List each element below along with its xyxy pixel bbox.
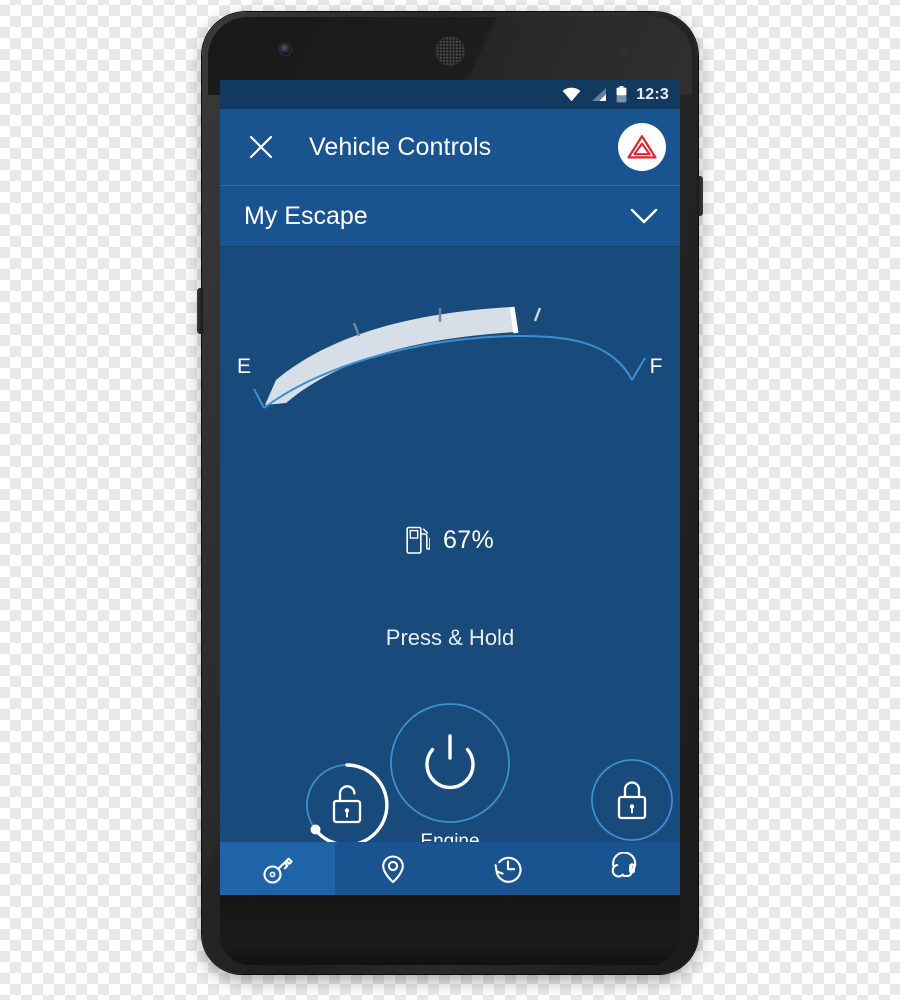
unlock-progress-knob[interactable]: [310, 824, 321, 835]
press-and-hold-label: Press & Hold: [385, 625, 515, 650]
gauge-track-end-cap: [631, 357, 646, 381]
hazard-triangle-icon: [627, 135, 657, 159]
page-title: Vehicle Controls: [309, 132, 492, 161]
earpiece-speaker-icon: [436, 37, 464, 65]
engine-start-button[interactable]: [388, 701, 512, 825]
lock-button[interactable]: [589, 757, 675, 843]
unlock-padlock-icon: [332, 785, 362, 824]
vehicle-control-buttons: Unlock Engine Start: [220, 679, 680, 880]
nav-item-location[interactable]: [335, 842, 450, 895]
android-status-bar: 12:3: [220, 80, 680, 109]
light-sensor-icon: [621, 48, 627, 54]
status-bar-clock: 12:3: [636, 85, 669, 103]
lock-padlock-icon: [617, 781, 647, 820]
hazard-lights-button[interactable]: [618, 123, 666, 171]
vehicle-controls-content: E F 67% Press & Hold: [220, 246, 680, 895]
phone-chin: [220, 895, 680, 965]
app-bar: Vehicle Controls: [220, 109, 680, 185]
power-button[interactable]: [697, 176, 703, 216]
vehicle-selector-dropdown[interactable]: My Escape: [220, 185, 680, 246]
power-icon: [425, 734, 475, 790]
close-icon[interactable]: [246, 132, 276, 162]
clock-history-icon: [494, 856, 522, 883]
nav-item-support[interactable]: [565, 842, 680, 895]
gauge-label-full: F: [650, 355, 663, 378]
nav-item-history[interactable]: [450, 842, 565, 895]
lock-ring: [591, 759, 673, 841]
phone-screen: 12:3 Vehicle Controls My Escape E F 67% …: [220, 80, 680, 895]
gauge-tick-25: [352, 322, 361, 337]
wifi-icon: [562, 87, 581, 102]
headset-icon: [611, 851, 636, 877]
fuel-percent-value: 67%: [443, 525, 494, 554]
bottom-navigation-bar: [220, 842, 680, 895]
chevron-down-icon[interactable]: [630, 208, 658, 225]
fuel-gauge-chart: E F: [237, 306, 663, 409]
volume-rocker-button[interactable]: [197, 288, 203, 334]
proximity-sensor-icon: [601, 48, 608, 55]
gauge-tick-75: [533, 307, 542, 322]
map-pin-icon: [381, 854, 404, 883]
selected-vehicle-name: My Escape: [244, 201, 368, 230]
cellular-signal-icon: [592, 88, 607, 101]
gauge-label-empty: E: [237, 355, 251, 378]
gauge-fill-band: [265, 307, 516, 405]
gauge-track-start-cap: [253, 388, 265, 409]
battery-icon: [616, 86, 627, 103]
key-icon: [262, 857, 293, 884]
front-camera-icon: [280, 44, 291, 55]
fuel-pump-icon: [406, 526, 431, 554]
engine-ring: [390, 703, 510, 823]
nav-item-key[interactable]: [220, 842, 335, 895]
fuel-readout: 67%: [220, 525, 680, 555]
